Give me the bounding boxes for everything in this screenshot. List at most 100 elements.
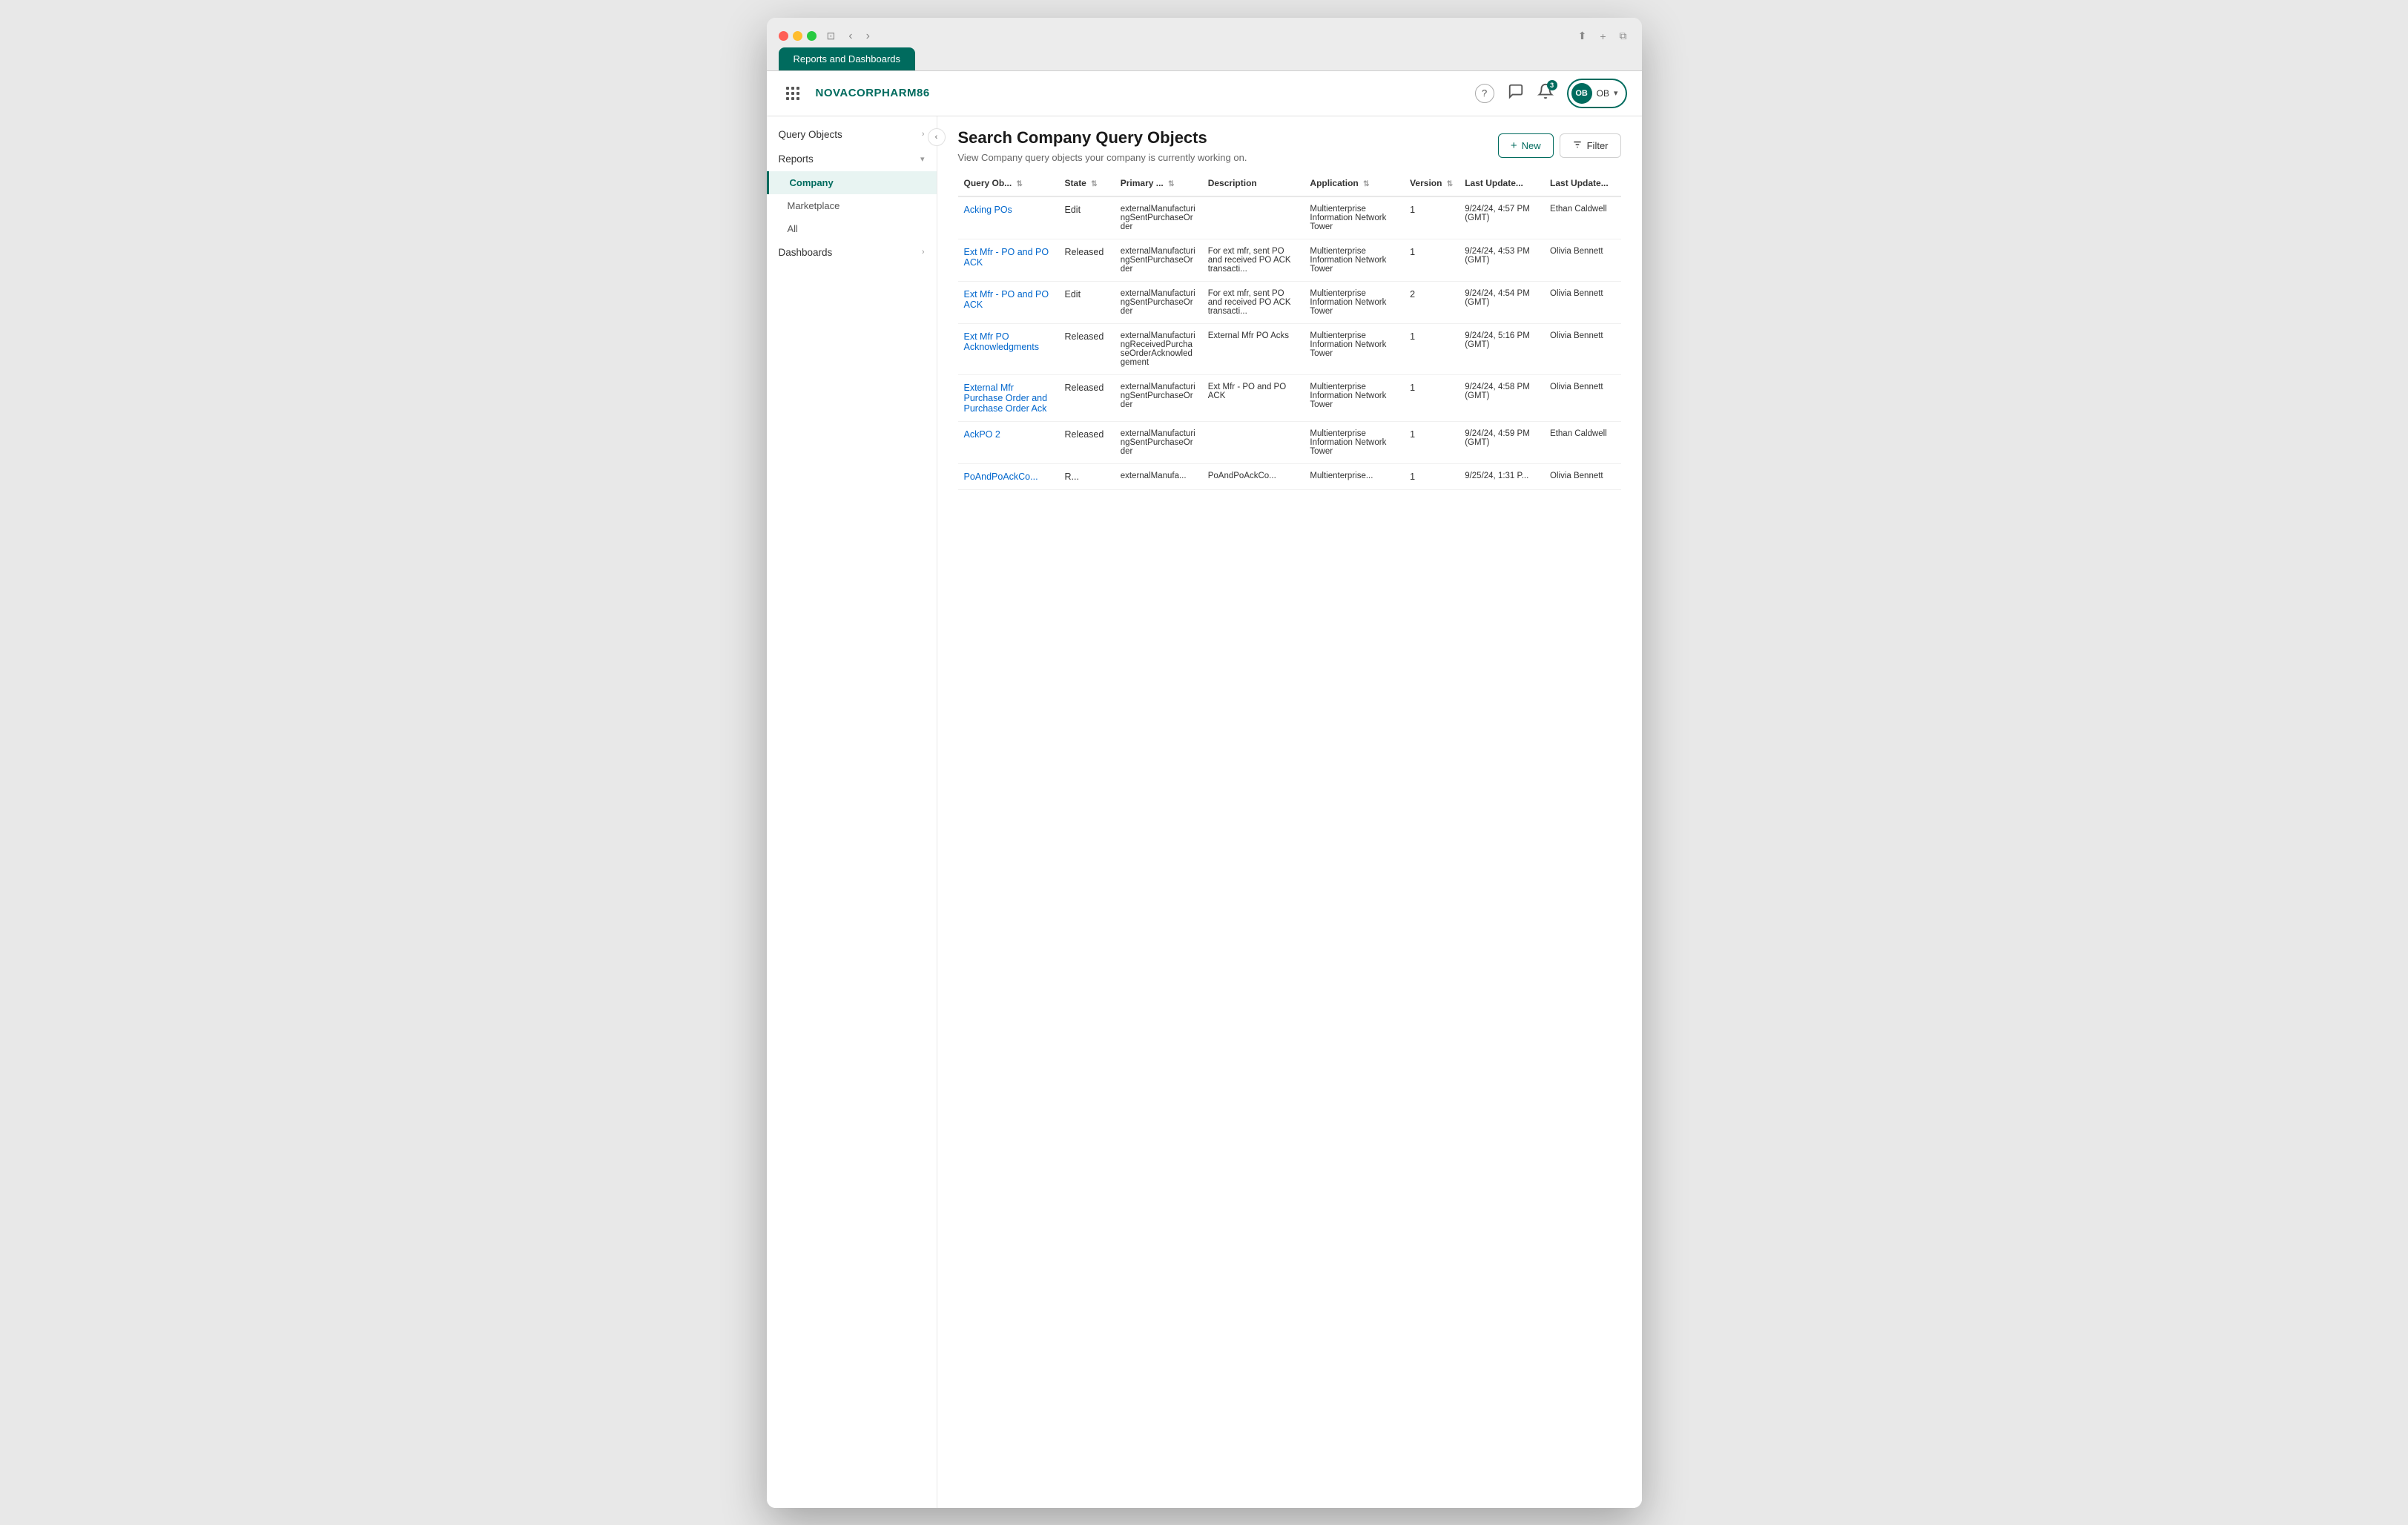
content-actions: + New Filter [1498, 133, 1621, 158]
app-header: NOVACORPHARM86 ? 3 OB OB ▾ [767, 71, 1642, 116]
cell-updated-by: Olivia Bennett [1544, 281, 1620, 323]
sidebar-item-dashboards[interactable]: Dashboards › [767, 240, 937, 265]
table-row: Ext Mfr - PO and PO ACK Edit externalMan… [958, 281, 1621, 323]
table-row: PoAndPoAckCo... R... externalManufa... P… [958, 463, 1621, 489]
minimize-button[interactable] [793, 31, 802, 41]
sidebar-item-label: Query Objects [779, 129, 842, 140]
close-button[interactable] [779, 31, 788, 41]
filter-icon [1572, 139, 1583, 152]
notifications-button[interactable]: 3 [1537, 83, 1554, 103]
chevron-down-icon: ▾ [920, 154, 925, 164]
table-row: AckPO 2 Released externalManufacturingSe… [958, 421, 1621, 463]
cell-query-obj[interactable]: AckPO 2 [958, 421, 1059, 463]
new-tab-button[interactable]: + [1597, 28, 1609, 44]
cell-application: Multienterprise Information Network Towe… [1304, 421, 1404, 463]
cell-query-obj[interactable]: Acking POs [958, 196, 1059, 239]
col-header-version[interactable]: Version ⇅ [1404, 171, 1459, 196]
sort-icon: ⇅ [1168, 180, 1174, 188]
cell-application: Multienterprise Information Network Towe… [1304, 374, 1404, 421]
table-container: Query Ob... ⇅ State ⇅ Primary ... ⇅ [937, 171, 1642, 490]
plus-icon: + [1511, 139, 1517, 152]
cell-description [1202, 421, 1304, 463]
cell-application: Multienterprise Information Network Towe… [1304, 196, 1404, 239]
help-button[interactable]: ? [1475, 84, 1494, 103]
share-button[interactable]: ⬆ [1575, 28, 1590, 44]
cell-application: Multienterprise Information Network Towe… [1304, 323, 1404, 374]
sidebar-item-label: Dashboards [779, 247, 833, 258]
col-label: Last Update... [1465, 178, 1523, 188]
page-subtitle: View Company query objects your company … [958, 152, 1247, 163]
cell-description: For ext mfr, sent PO and received PO ACK… [1202, 281, 1304, 323]
sidebar-item-label: Reports [779, 153, 814, 165]
table-row: Ext Mfr - PO and PO ACK Released externa… [958, 239, 1621, 281]
maximize-button[interactable] [807, 31, 817, 41]
col-label: Query Ob... [964, 178, 1012, 188]
cell-query-obj[interactable]: Ext Mfr PO Acknowledgments [958, 323, 1059, 374]
cell-updated-by: Olivia Bennett [1544, 463, 1620, 489]
table-header: Query Ob... ⇅ State ⇅ Primary ... ⇅ [958, 171, 1621, 196]
sidebar-button[interactable]: ⧉ [1617, 28, 1630, 44]
active-tab[interactable]: Reports and Dashboards [779, 47, 916, 70]
cell-updated-by: Olivia Bennett [1544, 374, 1620, 421]
main-layout: ‹ Query Objects › Reports ▾ Company Mark… [767, 116, 1642, 1508]
chat-button[interactable] [1508, 83, 1524, 103]
chevron-right-icon: › [922, 130, 925, 139]
sort-icon: ⇅ [1447, 180, 1453, 188]
cell-application: Multienterprise Information Network Towe… [1304, 281, 1404, 323]
col-header-description: Description [1202, 171, 1304, 196]
cell-query-obj[interactable]: Ext Mfr - PO and PO ACK [958, 281, 1059, 323]
cell-version: 1 [1404, 323, 1459, 374]
col-header-primary[interactable]: Primary ... ⇅ [1115, 171, 1202, 196]
cell-last-updated: 9/24/24, 5:16 PM (GMT) [1459, 323, 1544, 374]
cell-version: 1 [1404, 463, 1459, 489]
window-layout-button[interactable]: ⊡ [824, 28, 839, 44]
cell-description: Ext Mfr - PO and PO ACK [1202, 374, 1304, 421]
sidebar-item-company[interactable]: Company [767, 171, 937, 194]
cell-state: Released [1059, 239, 1115, 281]
browser-chrome: ⊡ ‹ › ⬆ + ⧉ Reports and Dashboards [767, 18, 1642, 71]
col-label: Description [1208, 178, 1257, 188]
cell-primary: externalManufacturingSentPurchaseOrder [1115, 281, 1202, 323]
new-button[interactable]: + New [1498, 133, 1554, 158]
table-body: Acking POs Edit externalManufacturingSen… [958, 196, 1621, 490]
forward-button[interactable]: › [863, 28, 873, 44]
avatar: OB [1571, 83, 1592, 104]
cell-application: Multienterprise... [1304, 463, 1404, 489]
sidebar-sub-item-label: Company [790, 177, 834, 188]
cell-primary: externalManufacturingSentPurchaseOrder [1115, 239, 1202, 281]
cell-state: Released [1059, 374, 1115, 421]
col-label: Last Update... [1550, 178, 1609, 188]
cell-version: 1 [1404, 421, 1459, 463]
notification-badge: 3 [1547, 80, 1557, 90]
col-label: Version [1410, 178, 1442, 188]
cell-query-obj[interactable]: External Mfr Purchase Order and Purchase… [958, 374, 1059, 421]
back-button[interactable]: ‹ [845, 28, 855, 44]
cell-query-obj[interactable]: Ext Mfr - PO and PO ACK [958, 239, 1059, 281]
sidebar-toggle-button[interactable]: ‹ [928, 128, 946, 146]
cell-version: 1 [1404, 196, 1459, 239]
filter-button[interactable]: Filter [1560, 133, 1621, 158]
cell-state: Edit [1059, 281, 1115, 323]
cell-version: 1 [1404, 374, 1459, 421]
col-label: State [1065, 178, 1086, 188]
cell-last-updated: 9/24/24, 4:59 PM (GMT) [1459, 421, 1544, 463]
sidebar-sub-item-label: Marketplace [788, 200, 840, 211]
cell-last-updated: 9/24/24, 4:54 PM (GMT) [1459, 281, 1544, 323]
col-header-query-obj[interactable]: Query Ob... ⇅ [958, 171, 1059, 196]
table-row: Acking POs Edit externalManufacturingSen… [958, 196, 1621, 239]
sort-icon: ⇅ [1091, 180, 1097, 188]
sidebar-item-marketplace[interactable]: Marketplace [767, 194, 937, 217]
cell-query-obj[interactable]: PoAndPoAckCo... [958, 463, 1059, 489]
cell-application: Multienterprise Information Network Towe… [1304, 239, 1404, 281]
cell-primary: externalManufacturingSentPurchaseOrder [1115, 421, 1202, 463]
sidebar-item-all[interactable]: All [767, 217, 937, 240]
col-header-state[interactable]: State ⇅ [1059, 171, 1115, 196]
col-header-application[interactable]: Application ⇅ [1304, 171, 1404, 196]
user-initials-label: OB [1597, 88, 1609, 99]
sidebar-item-reports[interactable]: Reports ▾ [767, 147, 937, 171]
cell-description: For ext mfr, sent PO and received PO ACK… [1202, 239, 1304, 281]
sidebar-item-query-objects[interactable]: Query Objects › [767, 122, 937, 147]
page-title: Search Company Query Objects [958, 128, 1247, 148]
apps-grid-button[interactable] [782, 82, 804, 105]
user-menu-button[interactable]: OB OB ▾ [1567, 79, 1627, 108]
